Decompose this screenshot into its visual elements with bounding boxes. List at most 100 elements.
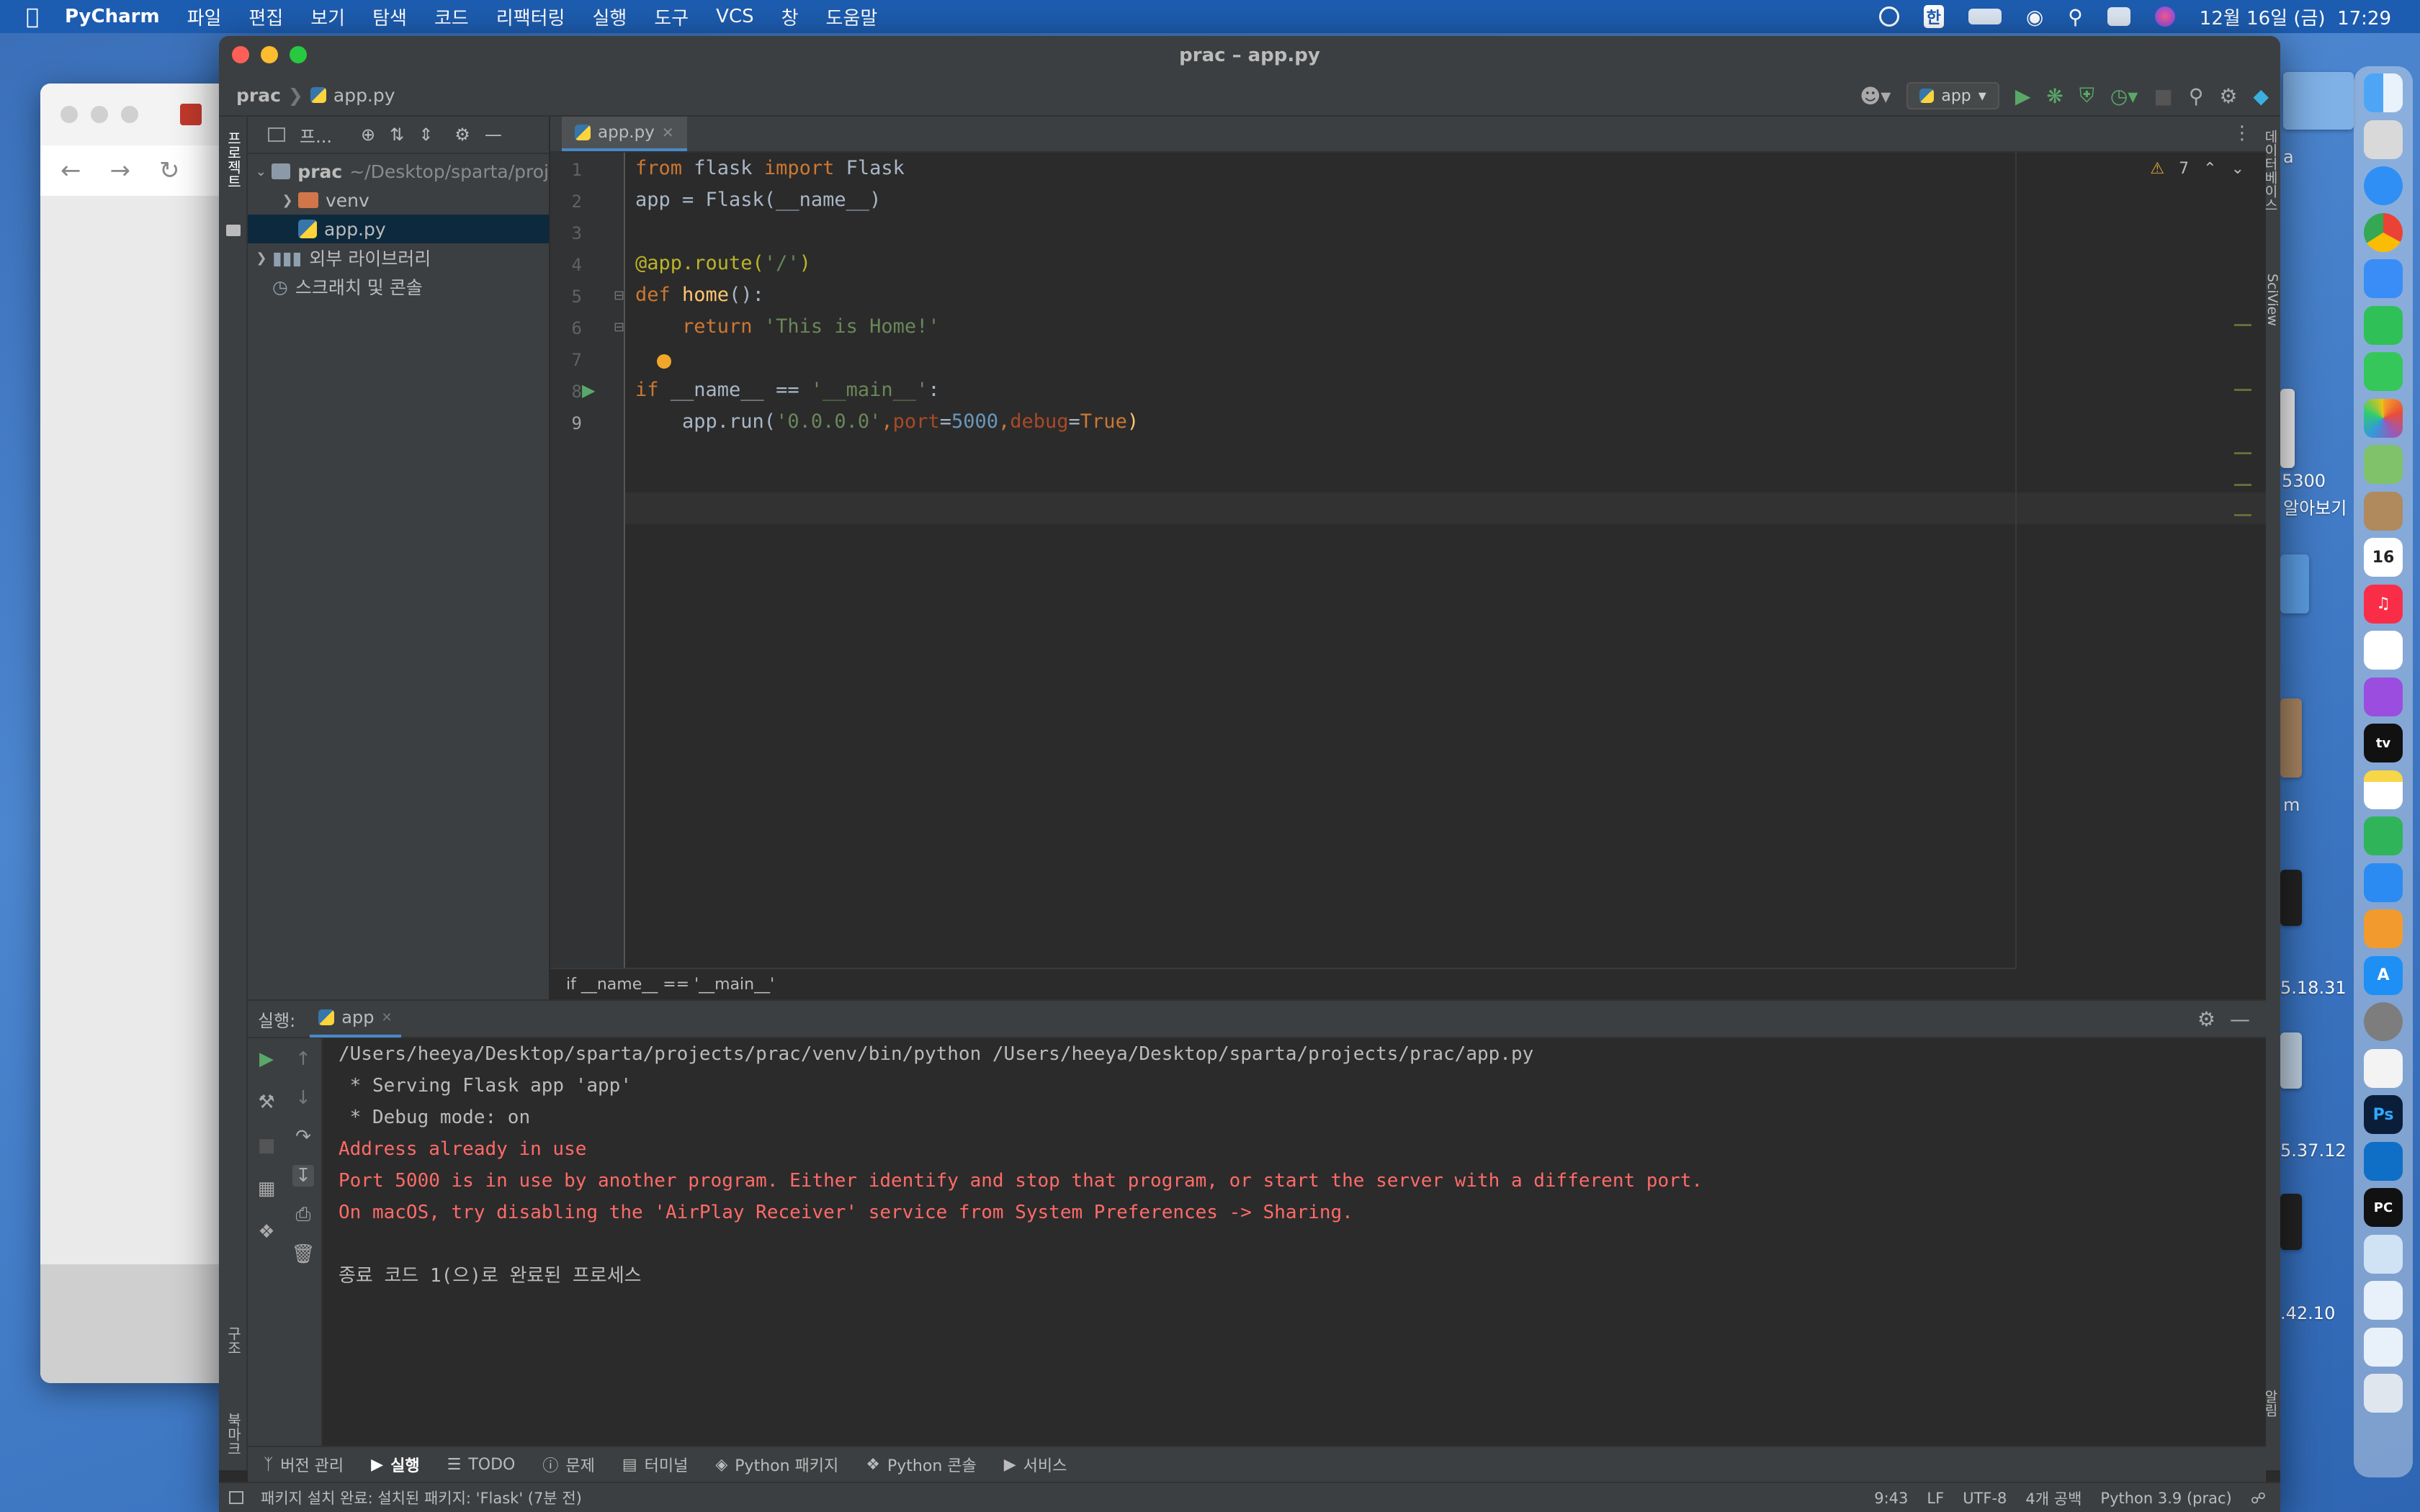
previous-highlight-icon[interactable]: ⌃: [2203, 160, 2216, 178]
tree-item-venv[interactable]: ❯ venv: [248, 186, 549, 215]
menu-code[interactable]: 코드: [434, 4, 469, 30]
dock-textedit-icon[interactable]: [2364, 1048, 2403, 1088]
window-zoom-button[interactable]: [290, 46, 307, 63]
tree-item-prac[interactable]: ⌄ prac ~/Desktop/sparta/proj: [248, 157, 549, 186]
menu-help[interactable]: 도움말: [826, 4, 878, 30]
lock-icon[interactable]: ☍: [2251, 1490, 2266, 1507]
collapse-all-icon[interactable]: ⇕: [418, 125, 433, 145]
window-titlebar[interactable]: prac – app.py: [219, 36, 2280, 75]
menu-navigate[interactable]: 탐색: [372, 4, 407, 30]
desktop-label[interactable]: m: [2283, 795, 2300, 815]
dock-safari-icon[interactable]: [2364, 166, 2403, 205]
wifi-icon[interactable]: ◉: [2026, 5, 2043, 29]
desktop-file-thumb[interactable]: [2283, 72, 2354, 130]
desktop-label[interactable]: .42.10: [2280, 1303, 2335, 1323]
window-minimize-inactive[interactable]: [91, 106, 108, 123]
options-gear-icon[interactable]: ⚙: [454, 125, 470, 145]
debug-icon[interactable]: ❋: [2046, 84, 2063, 108]
stop-icon[interactable]: ■: [2154, 84, 2172, 108]
dock-preview-icon[interactable]: [2364, 1234, 2403, 1274]
dock-finder-icon[interactable]: [2364, 73, 2403, 112]
menu-refactor[interactable]: 리팩터링: [496, 4, 565, 30]
hide-panel-icon[interactable]: —: [485, 125, 502, 145]
run-configuration-select[interactable]: app ▾: [1906, 82, 1999, 109]
desktop-file-thumb[interactable]: [2280, 1194, 2302, 1250]
siri-icon[interactable]: [2154, 6, 2175, 27]
menu-window[interactable]: 창: [781, 4, 799, 30]
tab-menu-icon[interactable]: ⋮: [2233, 122, 2251, 144]
hide-run-panel-icon[interactable]: —: [2230, 1007, 2250, 1031]
file-encoding[interactable]: UTF-8: [1963, 1490, 2007, 1507]
run-icon[interactable]: ▶: [2015, 84, 2031, 108]
dock-maps-icon[interactable]: [2364, 445, 2403, 484]
menu-view[interactable]: 보기: [310, 4, 345, 30]
code-line[interactable]: if __name__ == '__main__':: [635, 374, 940, 406]
tree-item-external-libraries[interactable]: ❯ ▮▮▮ 외부 라이브러리: [248, 243, 549, 272]
soft-wrap-icon[interactable]: ↷: [295, 1126, 311, 1148]
python-interpreter[interactable]: Python 3.9 (prac): [2100, 1490, 2231, 1507]
window-zoom-inactive[interactable]: [121, 106, 138, 123]
apple-icon[interactable]: : [26, 4, 39, 30]
desktop-label[interactable]: a: [2283, 147, 2294, 167]
breadcrumb-project[interactable]: prac: [236, 85, 281, 106]
line-separator[interactable]: LF: [1927, 1490, 1944, 1507]
menu-file[interactable]: 파일: [187, 4, 222, 30]
profile-icon[interactable]: ◷▾: [2110, 84, 2138, 108]
database-tool-button[interactable]: 데이터베이스: [2256, 130, 2280, 212]
inspection-widget[interactable]: ⚠ 7 ⌃ ⌄: [2150, 160, 2244, 178]
dock-mail-icon[interactable]: [2364, 259, 2403, 298]
desktop-label[interactable]: 알아보기: [2283, 494, 2347, 519]
desktop-label[interactable]: 5300: [2282, 471, 2326, 491]
desktop-file-thumb[interactable]: [2280, 870, 2302, 926]
expand-all-icon[interactable]: ⇅: [390, 125, 404, 145]
structure-tool-button[interactable]: 구조: [223, 1326, 244, 1355]
dock-messages-icon[interactable]: [2364, 352, 2403, 391]
jetbrains-ai-icon[interactable]: ◆: [2253, 84, 2269, 108]
chevron-right-icon[interactable]: ❯: [251, 251, 272, 266]
rerun-icon[interactable]: ▶: [259, 1048, 274, 1070]
dock-document-icon[interactable]: [2364, 1281, 2403, 1320]
control-center-icon[interactable]: [2107, 7, 2130, 26]
scroll-up-icon[interactable]: ↑: [295, 1048, 311, 1070]
window-close-button[interactable]: [232, 46, 249, 63]
dock-document-icon[interactable]: [2364, 1327, 2403, 1367]
dock-facetime-icon[interactable]: [2364, 305, 2403, 345]
tool-tab-services[interactable]: ▶ 서비스: [1004, 1453, 1067, 1476]
status-message[interactable]: 패키지 설치 완료: 설치된 패키지: 'Flask' (7분 전): [261, 1487, 582, 1508]
menu-edit[interactable]: 편집: [248, 4, 283, 30]
clear-trash-icon[interactable]: 🗑: [291, 1243, 315, 1265]
window-close-inactive[interactable]: [60, 106, 78, 123]
dock-photos-icon[interactable]: [2364, 398, 2403, 438]
dock-app-store-icon[interactable]: A: [2364, 955, 2403, 995]
scroll-to-end-icon[interactable]: ↧: [292, 1165, 314, 1187]
scroll-down-icon[interactable]: ↓: [295, 1087, 311, 1109]
fold-icon[interactable]: ⊟: [614, 288, 624, 303]
code-line[interactable]: @app.route('/'): [635, 248, 811, 279]
edit-config-wrench-icon[interactable]: ⚒: [258, 1092, 274, 1113]
close-tab-icon[interactable]: ✕: [662, 124, 674, 141]
tool-tab-terminal[interactable]: ▤ 터미널: [622, 1453, 689, 1476]
dock-podcasts-icon[interactable]: [2364, 677, 2403, 716]
tool-tab-python-packages[interactable]: ◈ Python 패키지: [715, 1453, 838, 1476]
screen-record-icon[interactable]: [1878, 6, 1899, 27]
code-line[interactable]: app.run('0.0.0.0',port=5000,debug=True): [635, 406, 1139, 438]
menubar-clock[interactable]: 12월 16일 (금) 17:29: [2200, 4, 2391, 30]
dock-chrome-icon[interactable]: [2364, 212, 2403, 252]
dock-launchpad-icon[interactable]: [2364, 120, 2403, 159]
run-settings-gear-icon[interactable]: ⚙: [2197, 1007, 2215, 1031]
menu-tools[interactable]: 도구: [654, 4, 689, 30]
toggle-tool-windows-icon[interactable]: [229, 1491, 243, 1504]
chevron-right-icon[interactable]: ❯: [277, 193, 298, 208]
spotlight-search-icon[interactable]: ⚲: [2068, 5, 2083, 29]
caret-position[interactable]: 9:43: [1874, 1490, 1908, 1507]
print-icon[interactable]: ⎙: [296, 1204, 311, 1226]
run-gutter-icon[interactable]: ▶: [582, 380, 595, 400]
settings-gear-icon[interactable]: ⚙: [2219, 84, 2237, 108]
chevron-down-icon[interactable]: ⌄: [251, 164, 272, 179]
desktop-file-thumb[interactable]: [2280, 698, 2302, 778]
dock-apple-tv-icon[interactable]: tv: [2364, 724, 2403, 762]
dock-photoshop-icon[interactable]: Ps: [2364, 1095, 2403, 1134]
bookmarks-tool-button[interactable]: 북마크: [223, 1413, 244, 1456]
dock-pages-icon[interactable]: [2364, 909, 2403, 948]
back-icon[interactable]: ←: [60, 156, 81, 185]
